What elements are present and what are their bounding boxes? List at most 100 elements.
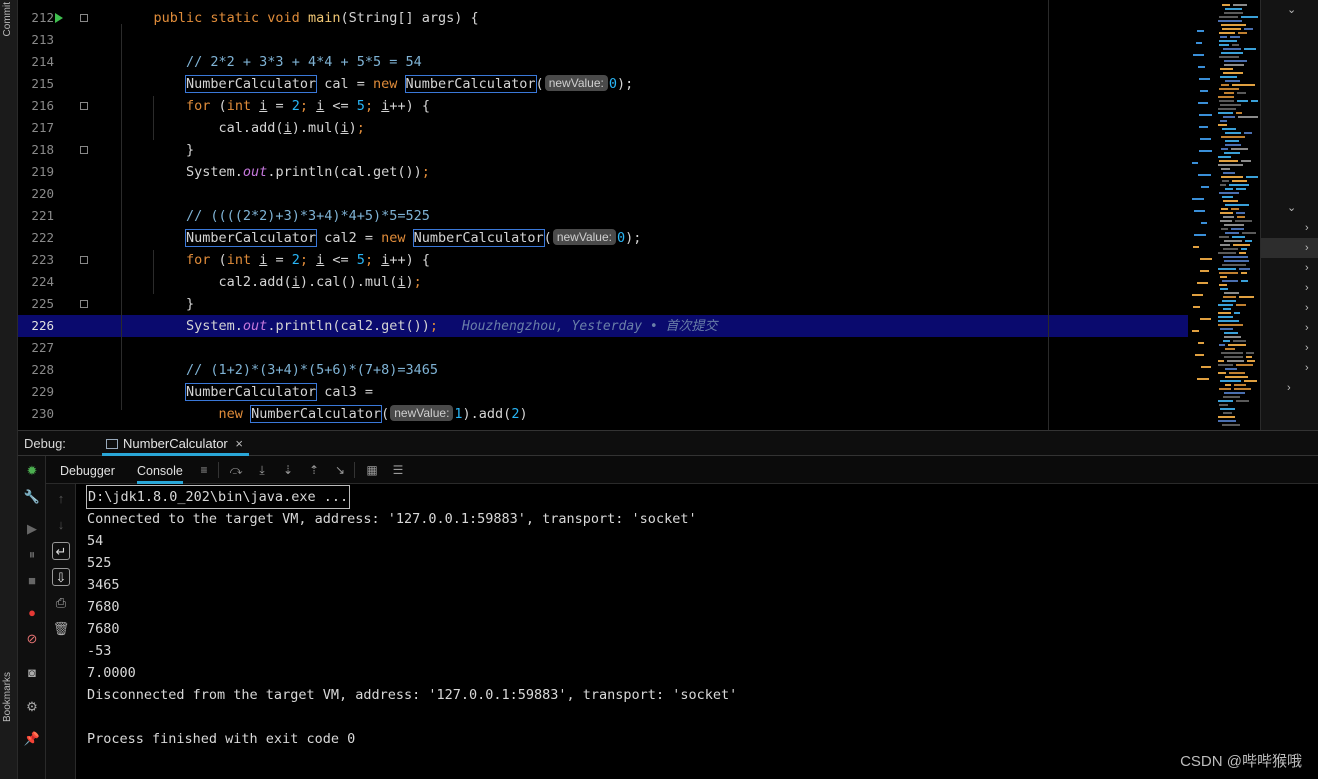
console-output[interactable]: D:\jdk1.8.0_202\bin\java.exe ... Connect… [77, 484, 1318, 779]
tab-debugger[interactable]: Debugger [60, 456, 115, 484]
code-line[interactable]: 215 NumberCalculator cal = new NumberCal… [18, 73, 1260, 95]
code-line[interactable]: 224 cal2.add(i).cal().mul(i); [18, 271, 1260, 293]
bookmarks-tool-label[interactable]: Bookmarks [2, 672, 13, 722]
fold-marker-icon[interactable] [80, 146, 88, 154]
evaluate-expression-icon[interactable]: ▦ [364, 462, 380, 478]
code-line[interactable]: 223 for (int i = 2; i <= 5; i++) { [18, 249, 1260, 271]
wrench-icon[interactable]: 🔧 [23, 488, 41, 506]
line-number[interactable]: 227 [18, 337, 54, 359]
tree-row[interactable]: › [1261, 258, 1318, 278]
minimap[interactable] [1188, 0, 1260, 430]
line-number[interactable]: 213 [18, 29, 54, 51]
line-number[interactable]: 222 [18, 227, 54, 249]
commit-tool-label[interactable]: Commit [2, 2, 13, 36]
code-token: ( [535, 76, 544, 92]
menu-icon[interactable]: ≡ [196, 462, 212, 478]
minimap-mark [1236, 212, 1245, 214]
tree-row[interactable]: › [1261, 378, 1318, 398]
code-line[interactable]: 212 public static void main(String[] arg… [18, 7, 1260, 29]
console-line[interactable]: D:\jdk1.8.0_202\bin\java.exe ... [85, 485, 351, 509]
tree-row[interactable]: ⌄ [1261, 198, 1318, 218]
step-into-icon[interactable]: ⇣ [280, 462, 296, 478]
run-icon[interactable] [55, 13, 63, 23]
tree-row[interactable]: › [1261, 238, 1318, 258]
line-number[interactable]: 226 [18, 315, 54, 337]
arrow-down-icon[interactable]: ↓ [52, 516, 70, 534]
gear-icon[interactable]: ⚙ [23, 698, 41, 716]
stop-icon[interactable]: ■ [23, 572, 41, 590]
chevron-right-icon: › [1305, 222, 1309, 234]
line-number[interactable]: 215 [18, 73, 54, 95]
tree-row[interactable]: › [1261, 298, 1318, 318]
line-number[interactable]: 219 [18, 161, 54, 183]
line-number[interactable]: 212 [18, 7, 54, 29]
minimap-mark [1225, 80, 1240, 82]
line-number[interactable]: 230 [18, 403, 54, 425]
code-line[interactable]: 228 // (1+2)*(3+4)*(5+6)*(7+8)=3465 [18, 359, 1260, 381]
code-editor[interactable]: 212 public static void main(String[] arg… [18, 0, 1260, 430]
code-line[interactable]: 219 System.out.println(cal.get()); [18, 161, 1260, 183]
fold-marker-icon[interactable] [80, 14, 88, 22]
code-line[interactable]: 214 // 2*2 + 3*3 + 4*4 + 5*5 = 54 [18, 51, 1260, 73]
tree-row[interactable]: › [1261, 278, 1318, 298]
code-line[interactable]: 229 NumberCalculator cal3 = [18, 381, 1260, 403]
code-line[interactable]: 226 System.out.println(cal2.get()); Houzh… [18, 315, 1260, 337]
code-line[interactable]: 220 [18, 183, 1260, 205]
code-line[interactable]: 225 } [18, 293, 1260, 315]
mute-breakpoints-icon[interactable]: ⊘ [23, 630, 41, 648]
minimap-change-mark [1200, 318, 1211, 320]
arrow-up-icon[interactable]: ↑ [52, 490, 70, 508]
line-number[interactable]: 224 [18, 271, 54, 293]
line-number[interactable]: 216 [18, 95, 54, 117]
soft-wrap-icon[interactable]: ↵ [52, 542, 70, 560]
debug-bug-icon[interactable]: ✹ [23, 462, 41, 480]
camera-icon[interactable]: ◙ [23, 664, 41, 682]
line-number[interactable]: 229 [18, 381, 54, 403]
fold-marker-icon[interactable] [80, 300, 88, 308]
view-breakpoints-icon[interactable]: ● [23, 604, 41, 622]
fold-marker-icon[interactable] [80, 256, 88, 264]
fold-marker-icon[interactable] [80, 102, 88, 110]
run-to-cursor-icon[interactable]: ↘ [332, 462, 348, 478]
tree-row[interactable]: › [1261, 218, 1318, 238]
close-icon[interactable]: × [235, 436, 243, 451]
debug-session-tab[interactable]: NumberCalculator × [102, 431, 249, 456]
line-number[interactable]: 218 [18, 139, 54, 161]
code-line[interactable]: 216 for (int i = 2; i <= 5; i++) { [18, 95, 1260, 117]
trash-icon[interactable]: 🗑 [52, 620, 70, 638]
step-over-icon[interactable]: ⤓ [254, 462, 270, 478]
tree-row[interactable]: ⌄ [1261, 0, 1318, 20]
tree-row[interactable]: › [1261, 318, 1318, 338]
tab-console[interactable]: Console [137, 456, 183, 484]
scroll-to-end-icon[interactable]: ⇩ [52, 568, 70, 586]
trace-icon[interactable]: ☰ [390, 462, 406, 478]
code-token: ).add( [462, 406, 512, 422]
minimap-change-mark [1199, 114, 1212, 116]
line-number[interactable]: 228 [18, 359, 54, 381]
line-number[interactable]: 217 [18, 117, 54, 139]
minimap-mark [1239, 296, 1254, 298]
print-icon[interactable]: ⎙ [52, 594, 70, 612]
minimap-mark [1222, 28, 1241, 30]
code-line[interactable]: 213 [18, 29, 1260, 51]
show-execution-point-icon[interactable]: ⤼ [228, 462, 244, 478]
code-line[interactable]: 218 } [18, 139, 1260, 161]
minimap-change-mark [1192, 198, 1204, 200]
resume-icon[interactable]: ▶ [23, 520, 41, 538]
step-out-icon[interactable]: ⇡ [306, 462, 322, 478]
line-number[interactable]: 223 [18, 249, 54, 271]
tree-row[interactable]: › [1261, 358, 1318, 378]
chevron-right-icon: › [1305, 322, 1309, 334]
pin-icon[interactable]: 📌 [23, 730, 41, 748]
code-line[interactable]: 230 new NumberCalculator(newValue: 1).add… [18, 403, 1260, 425]
tree-row[interactable]: › [1261, 338, 1318, 358]
code-line[interactable]: 217 cal.add(i).mul(i); [18, 117, 1260, 139]
code-line[interactable]: 222 NumberCalculator cal2 = new NumberCa… [18, 227, 1260, 249]
code-line[interactable]: 227 [18, 337, 1260, 359]
pause-icon[interactable]: ⏸ [23, 546, 41, 564]
line-number[interactable]: 220 [18, 183, 54, 205]
code-line[interactable]: 221 // ((((2*2)+3)*3+4)*4+5)*5=525 [18, 205, 1260, 227]
line-number[interactable]: 214 [18, 51, 54, 73]
line-number[interactable]: 225 [18, 293, 54, 315]
line-number[interactable]: 221 [18, 205, 54, 227]
